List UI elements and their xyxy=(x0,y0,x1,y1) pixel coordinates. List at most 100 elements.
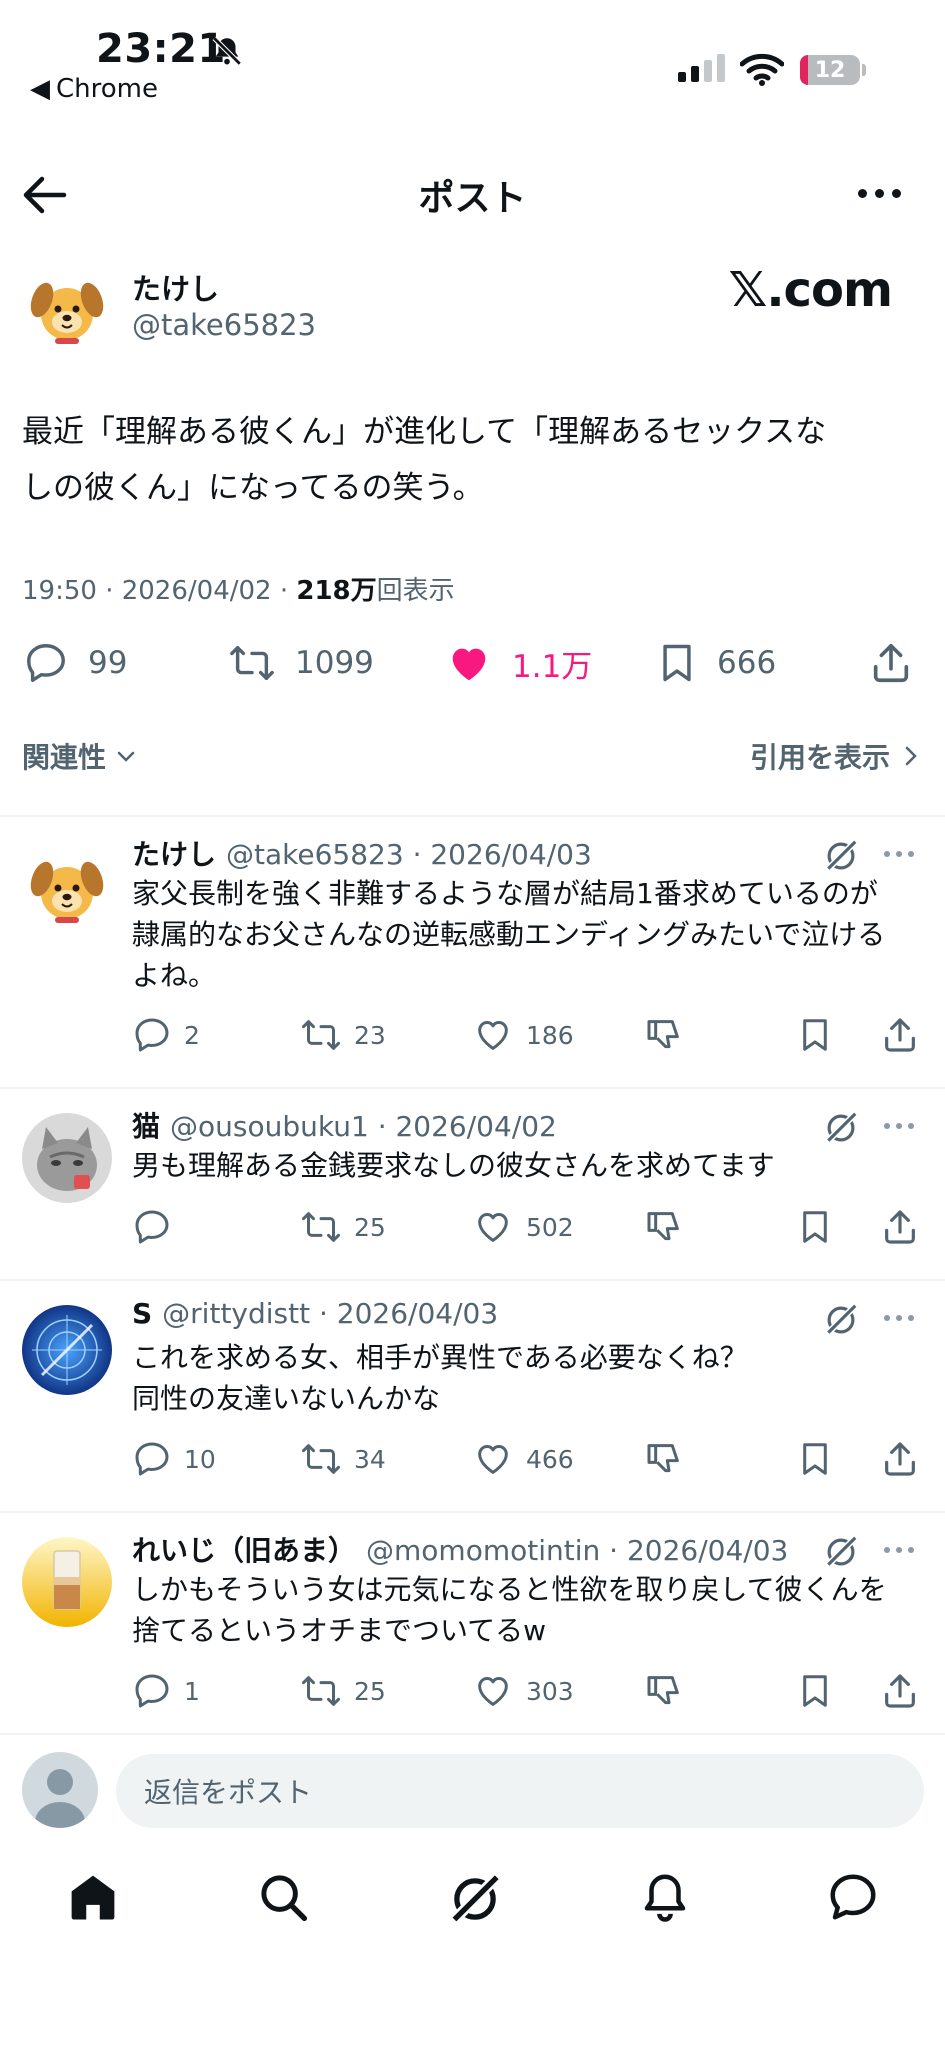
dislike-button[interactable] xyxy=(644,1439,684,1479)
share-button[interactable] xyxy=(868,640,914,686)
user-avatar[interactable] xyxy=(22,1752,98,1828)
reply-button[interactable]: 10 xyxy=(132,1439,216,1479)
repost-button[interactable]: 23 xyxy=(300,1015,386,1055)
repost-icon xyxy=(300,1015,342,1055)
reply-handle-date: @momomotintin · 2026/04/03 xyxy=(366,1534,789,1567)
reply-author-name[interactable]: れいじ（旧あま） xyxy=(132,1534,356,1567)
messages-icon[interactable] xyxy=(826,1870,880,1924)
like-button[interactable]: 502 xyxy=(472,1207,574,1247)
like-button[interactable]: 1.1万 xyxy=(444,640,592,686)
repost-count: 34 xyxy=(354,1444,386,1474)
dislike-button[interactable] xyxy=(644,1207,684,1247)
reply-button[interactable]: 1 xyxy=(132,1671,200,1711)
repost-button[interactable]: 34 xyxy=(300,1439,386,1479)
thumbs-down-icon xyxy=(644,1207,684,1247)
reply-button[interactable]: 99 xyxy=(22,640,127,686)
more-options-icon[interactable] xyxy=(884,1315,914,1321)
reply-header: れいじ（旧あま） @momomotintin · 2026/04/03 xyxy=(132,1529,788,1569)
reply-button[interactable] xyxy=(132,1207,184,1247)
post-action-bar: 99 1099 1.1万 666 xyxy=(22,640,922,696)
more-options-icon[interactable] xyxy=(884,851,914,857)
reply-header: たけし @take65823 · 2026/04/03 xyxy=(132,833,592,873)
reply-input[interactable]: 返信をポスト xyxy=(116,1754,924,1828)
reply-actions: 25 502 xyxy=(132,1207,922,1251)
share-icon xyxy=(880,1439,920,1479)
grok-tab-icon[interactable] xyxy=(446,1870,504,1928)
share-button[interactable] xyxy=(880,1207,920,1247)
repost-icon xyxy=(300,1439,342,1479)
reply-item[interactable]: れいじ（旧あま） @momomotintin · 2026/04/03 しかもそう… xyxy=(0,1513,945,1733)
dislike-button[interactable] xyxy=(644,1671,684,1711)
cellular-signal-icon xyxy=(678,54,725,82)
author-name[interactable]: たけし xyxy=(132,266,219,308)
like-button[interactable]: 186 xyxy=(472,1015,574,1055)
sort-label: 関連性 xyxy=(22,741,107,774)
home-icon[interactable] xyxy=(66,1870,120,1924)
repost-button[interactable]: 1099 xyxy=(227,640,374,686)
radar-avatar[interactable] xyxy=(22,1305,112,1395)
bookmark-button[interactable]: 666 xyxy=(655,640,776,686)
reply-button[interactable]: 2 xyxy=(132,1015,200,1055)
post-meta: 19:50 · 2026/04/02 · 218万回表示 xyxy=(22,570,455,607)
thumbs-down-icon xyxy=(644,1671,684,1711)
battery-level: 12 xyxy=(814,57,846,83)
repost-icon xyxy=(227,640,277,686)
reply-icon xyxy=(132,1015,172,1055)
reply-text: これを求める女、相手が異性である必要なくね？ 同性の友達いないんかな xyxy=(132,1337,932,1419)
drink-avatar[interactable] xyxy=(22,1537,112,1627)
bookmark-button[interactable] xyxy=(796,1439,834,1479)
bottom-tab-bar xyxy=(0,1870,945,1940)
grok-icon[interactable] xyxy=(822,1109,860,1147)
share-button[interactable] xyxy=(880,1671,920,1711)
reply-item[interactable]: S @rittydistt · 2026/04/03 これを求める女、相手が異性で… xyxy=(0,1281,945,1511)
reply-header: S @rittydistt · 2026/04/03 xyxy=(132,1297,498,1330)
reply-composer: 返信をポスト xyxy=(0,1752,945,1832)
share-button[interactable] xyxy=(880,1439,920,1479)
more-options-icon[interactable] xyxy=(884,1123,914,1129)
bookmark-button[interactable] xyxy=(796,1671,834,1711)
notifications-icon[interactable] xyxy=(638,1870,692,1924)
reply-author-name[interactable]: たけし xyxy=(132,838,216,871)
grok-icon[interactable] xyxy=(822,1533,860,1571)
like-count: 1.1万 xyxy=(512,648,593,685)
back-to-app[interactable]: ◀ Chrome xyxy=(30,74,158,104)
reply-text-line: 捨てるというオチまでついてるw xyxy=(132,1614,547,1647)
reply-actions: 2 23 186 xyxy=(132,1015,922,1059)
view-count-suffix: 回表示 xyxy=(376,576,455,606)
dog-avatar[interactable] xyxy=(22,841,112,931)
like-button[interactable]: 466 xyxy=(472,1439,574,1479)
grok-icon[interactable] xyxy=(822,837,860,875)
dislike-button[interactable] xyxy=(644,1015,684,1055)
reply-author-name[interactable]: S xyxy=(132,1297,152,1330)
heart-icon xyxy=(472,1439,514,1479)
repost-count: 23 xyxy=(354,1020,386,1050)
grok-icon[interactable] xyxy=(822,1301,860,1339)
like-count: 502 xyxy=(526,1212,574,1242)
repost-button[interactable]: 25 xyxy=(300,1207,386,1247)
view-quotes-link[interactable]: 引用を表示 xyxy=(750,736,922,776)
share-button[interactable] xyxy=(880,1015,920,1055)
share-icon xyxy=(868,640,914,686)
heart-icon xyxy=(472,1207,514,1247)
reply-item[interactable]: たけし @take65823 · 2026/04/03 家父長制を強く非難するよう… xyxy=(0,817,945,1087)
view-quotes-label: 引用を表示 xyxy=(749,741,890,774)
bookmark-button[interactable] xyxy=(796,1015,834,1055)
reply-text-line: 隷属的なお父さんなの逆転感動エンディングみたいで泣ける xyxy=(132,918,886,951)
more-options-icon[interactable] xyxy=(884,1547,914,1553)
bookmark-button[interactable] xyxy=(796,1207,834,1247)
reply-item[interactable]: 猫 @ousoubuku1 · 2026/04/02 男も理解ある金銭要求なしの彼… xyxy=(0,1089,945,1279)
like-count: 303 xyxy=(526,1676,574,1706)
author-handle[interactable]: @take65823 xyxy=(132,308,316,342)
dog-avatar[interactable] xyxy=(22,262,112,352)
bookmark-icon xyxy=(796,1207,834,1247)
post-timestamp: 19:50 · 2026/04/02 · xyxy=(22,576,297,606)
repost-button[interactable]: 25 xyxy=(300,1671,386,1711)
wifi-icon xyxy=(740,52,784,86)
more-options-icon[interactable] xyxy=(858,189,901,198)
like-button[interactable]: 303 xyxy=(472,1671,574,1711)
search-icon[interactable] xyxy=(256,1870,310,1924)
sort-dropdown[interactable]: 関連性 xyxy=(22,736,138,776)
cat-avatar[interactable] xyxy=(22,1113,112,1203)
reply-author-name[interactable]: 猫 xyxy=(132,1110,160,1143)
x-com-logo: 𝕏.com xyxy=(728,262,893,318)
